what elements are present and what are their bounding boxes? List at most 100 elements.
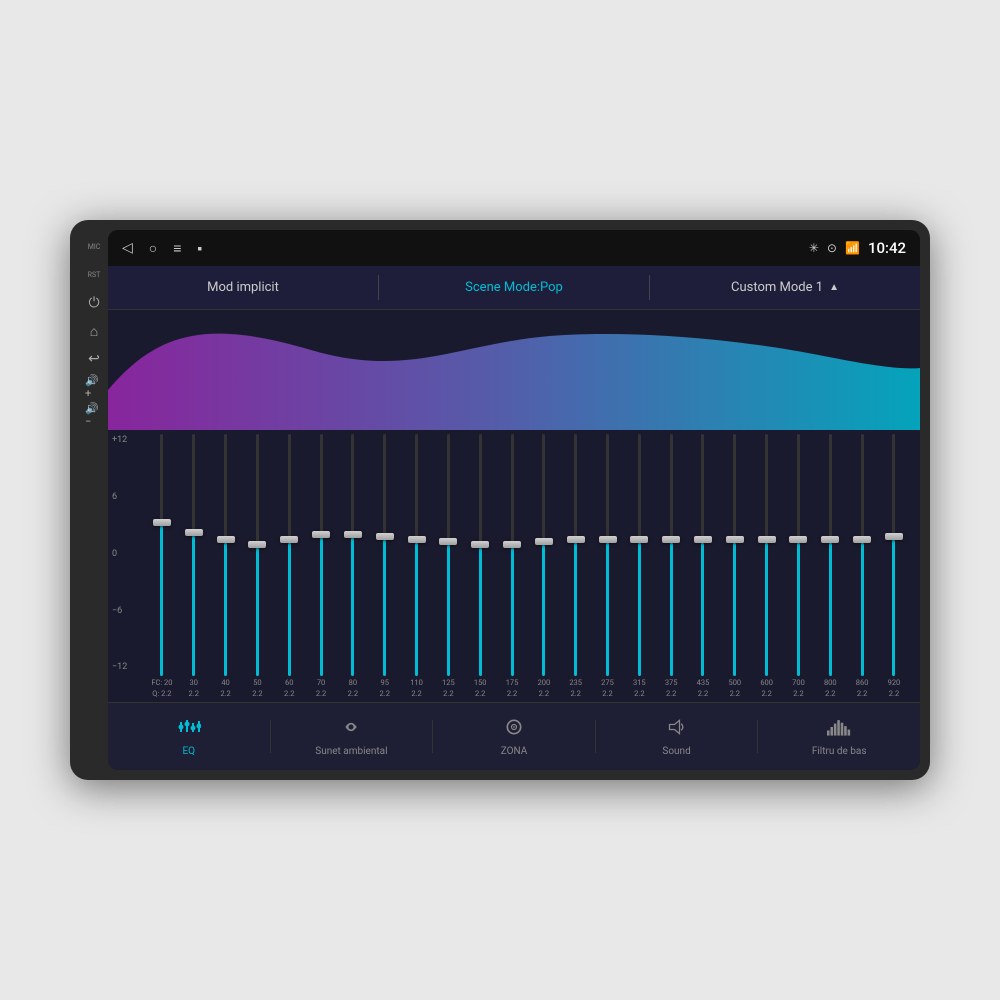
- home-button[interactable]: ⌂: [85, 322, 103, 340]
- fader-track-110[interactable]: [415, 434, 418, 676]
- fader-track-600[interactable]: [765, 434, 768, 676]
- fader-thumb-40[interactable]: [217, 536, 235, 543]
- fader-thumb-275[interactable]: [599, 536, 617, 543]
- fader-800[interactable]: 8002.2: [814, 434, 846, 698]
- fader-freq-label-235: 235: [569, 678, 582, 687]
- fader-500[interactable]: 5002.2: [719, 434, 751, 698]
- fader-235[interactable]: 2352.2: [560, 434, 592, 698]
- mode-scene[interactable]: Scene Mode:Pop: [379, 266, 649, 309]
- fader-freq-label-175: 175: [506, 678, 519, 687]
- fader-track-20[interactable]: [160, 434, 163, 676]
- fader-track-40[interactable]: [224, 434, 227, 676]
- fader-track-50[interactable]: [256, 434, 259, 676]
- tab-zona-label: ZONA: [501, 746, 528, 757]
- fader-thumb-60[interactable]: [280, 536, 298, 543]
- home-nav-icon[interactable]: ○: [149, 240, 157, 257]
- fader-thumb-175[interactable]: [503, 541, 521, 548]
- tab-zona[interactable]: ZONA: [433, 703, 595, 770]
- fader-thumb-315[interactable]: [630, 536, 648, 543]
- fader-track-275[interactable]: [606, 434, 609, 676]
- fader-track-95[interactable]: [383, 434, 386, 676]
- fader-track-60[interactable]: [288, 434, 291, 676]
- fader-thumb-20[interactable]: [153, 519, 171, 526]
- fader-315[interactable]: 3152.2: [623, 434, 655, 698]
- rst-button[interactable]: RST: [85, 266, 103, 284]
- fader-200[interactable]: 2002.2: [528, 434, 560, 698]
- tab-eq[interactable]: EQ: [108, 703, 270, 770]
- fader-700[interactable]: 7002.2: [783, 434, 815, 698]
- mic-button[interactable]: MIC: [85, 238, 103, 256]
- fader-track-315[interactable]: [638, 434, 641, 676]
- fader-thumb-110[interactable]: [408, 536, 426, 543]
- fader-thumb-920[interactable]: [885, 533, 903, 540]
- fader-track-500[interactable]: [733, 434, 736, 676]
- recent-nav-icon[interactable]: ▪: [197, 240, 202, 257]
- fader-thumb-700[interactable]: [789, 536, 807, 543]
- fader-275[interactable]: 2752.2: [592, 434, 624, 698]
- fader-q-label-30: 2.2: [189, 689, 199, 698]
- fader-435[interactable]: 4352.2: [687, 434, 719, 698]
- fader-150[interactable]: 1502.2: [464, 434, 496, 698]
- fader-thumb-70[interactable]: [312, 531, 330, 538]
- fader-thumb-500[interactable]: [726, 536, 744, 543]
- zona-icon: [502, 717, 526, 742]
- fader-thumb-95[interactable]: [376, 533, 394, 540]
- fader-track-200[interactable]: [542, 434, 545, 676]
- tab-ambient[interactable]: Sunet ambiental: [271, 703, 433, 770]
- fader-60[interactable]: 602.2: [273, 434, 305, 698]
- fader-track-700[interactable]: [797, 434, 800, 676]
- fader-track-80[interactable]: [351, 434, 354, 676]
- fader-thumb-600[interactable]: [758, 536, 776, 543]
- fader-track-30[interactable]: [192, 434, 195, 676]
- scale-0: 0: [112, 548, 136, 561]
- fader-40[interactable]: 402.2: [210, 434, 242, 698]
- fader-thumb-30[interactable]: [185, 529, 203, 536]
- fader-thumb-80[interactable]: [344, 531, 362, 538]
- fader-track-125[interactable]: [447, 434, 450, 676]
- volume-down-button[interactable]: 🔊−: [85, 406, 103, 424]
- tab-sound[interactable]: Sound: [596, 703, 758, 770]
- fader-thumb-50[interactable]: [248, 541, 266, 548]
- fader-920[interactable]: 9202.2: [878, 434, 910, 698]
- fader-110[interactable]: 1102.2: [401, 434, 433, 698]
- fader-thumb-435[interactable]: [694, 536, 712, 543]
- volume-up-button[interactable]: 🔊+: [85, 378, 103, 396]
- fader-track-435[interactable]: [701, 434, 704, 676]
- fader-track-920[interactable]: [892, 434, 895, 676]
- fader-125[interactable]: 1252.2: [432, 434, 464, 698]
- fader-freq-label-95: 95: [380, 678, 388, 687]
- fader-50[interactable]: 502.2: [241, 434, 273, 698]
- power-button[interactable]: ⏻: [85, 294, 103, 312]
- fader-track-860[interactable]: [861, 434, 864, 676]
- fader-600[interactable]: 6002.2: [751, 434, 783, 698]
- fader-track-235[interactable]: [574, 434, 577, 676]
- fader-20[interactable]: FC: 20Q: 2.2: [146, 434, 178, 698]
- fader-track-375[interactable]: [670, 434, 673, 676]
- fader-375[interactable]: 3752.2: [655, 434, 687, 698]
- fader-30[interactable]: 302.2: [178, 434, 210, 698]
- fader-860[interactable]: 8602.2: [846, 434, 878, 698]
- fader-thumb-860[interactable]: [853, 536, 871, 543]
- fader-thumb-200[interactable]: [535, 538, 553, 545]
- fader-175[interactable]: 1752.2: [496, 434, 528, 698]
- fader-q-label-150: 2.2: [475, 689, 485, 698]
- back-nav-icon[interactable]: ◁: [122, 240, 133, 256]
- mode-implicit[interactable]: Mod implicit: [108, 266, 378, 309]
- fader-track-800[interactable]: [829, 434, 832, 676]
- menu-nav-icon[interactable]: ≡: [173, 240, 181, 257]
- tab-bass[interactable]: Filtru de bas: [758, 703, 920, 770]
- fader-thumb-235[interactable]: [567, 536, 585, 543]
- fader-thumb-125[interactable]: [439, 538, 457, 545]
- fader-track-150[interactable]: [479, 434, 482, 676]
- fader-track-70[interactable]: [320, 434, 323, 676]
- fader-95[interactable]: 952.2: [369, 434, 401, 698]
- fader-track-175[interactable]: [511, 434, 514, 676]
- back-button[interactable]: ↩: [85, 350, 103, 368]
- fader-80[interactable]: 802.2: [337, 434, 369, 698]
- fader-thumb-375[interactable]: [662, 536, 680, 543]
- fader-thumb-150[interactable]: [471, 541, 489, 548]
- fader-q-label-920: 2.2: [889, 689, 899, 698]
- mode-custom[interactable]: Custom Mode 1 ▲: [650, 266, 920, 309]
- fader-thumb-800[interactable]: [821, 536, 839, 543]
- fader-70[interactable]: 702.2: [305, 434, 337, 698]
